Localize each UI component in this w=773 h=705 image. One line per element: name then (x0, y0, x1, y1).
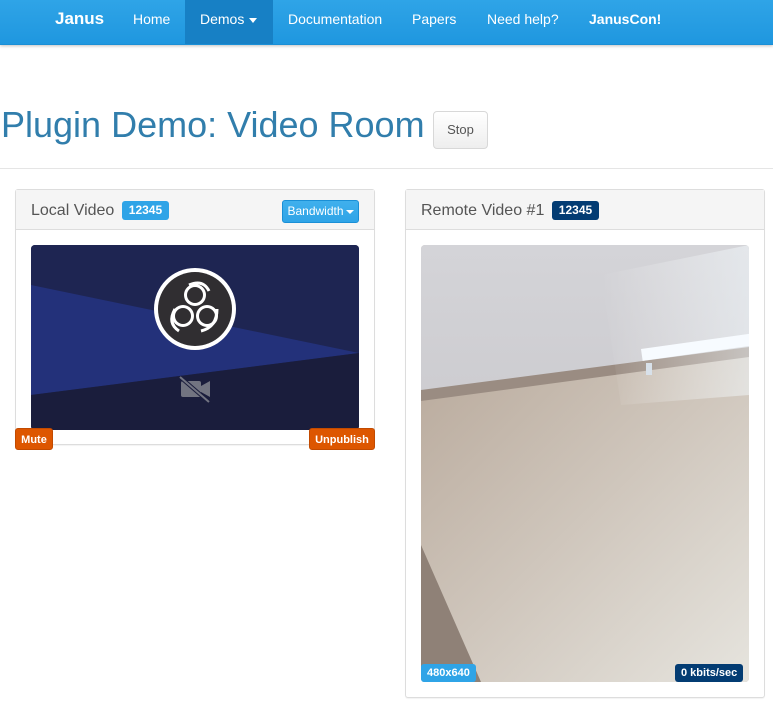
panel-title: Remote Video #1 12345 (421, 201, 600, 220)
bitrate-label: 0 kbits/sec (675, 664, 744, 682)
page-title: Plugin Demo: Video Room (1, 104, 425, 145)
divider (0, 168, 773, 169)
local-video-title: Local Video (31, 202, 115, 219)
unpublish-button[interactable]: Unpublish (309, 428, 375, 450)
nav-demos-dropdown[interactable]: Demos (185, 0, 273, 44)
resolution-label: 480x640 (421, 664, 476, 682)
remote-video-stream (421, 245, 749, 682)
caret-down-icon (249, 17, 258, 23)
remote-video-panel: Remote Video #1 12345 (405, 189, 765, 698)
bandwidth-label: Bandwidth (287, 204, 344, 218)
panel-heading: Local Video 12345 Bandwidth (16, 190, 374, 230)
local-room-badge: 12345 (121, 201, 170, 220)
remote-video-title: Remote Video #1 (421, 202, 545, 219)
panel-title: Local Video 12345 (31, 201, 170, 220)
caret-down-icon (345, 209, 354, 214)
local-video-panel: Local Video 12345 Bandwidth (15, 189, 375, 445)
remote-room-badge: 12345 (551, 201, 600, 220)
local-video-background (31, 245, 359, 430)
bandwidth-dropdown-button[interactable]: Bandwidth (282, 200, 359, 223)
mute-button[interactable]: Mute (15, 428, 53, 450)
obs-logo-icon (154, 268, 236, 350)
navbar: Janus Home Demos Documentation Papers Ne… (0, 0, 773, 45)
nav-januscon[interactable]: JanusCon! (589, 0, 661, 44)
local-video-stream (31, 245, 359, 430)
nav-demos-label: Demos (200, 11, 245, 27)
nav-documentation[interactable]: Documentation (288, 0, 382, 44)
nav-papers[interactable]: Papers (412, 0, 456, 44)
nav-need-help[interactable]: Need help? (487, 0, 559, 44)
nav-home[interactable]: Home (133, 0, 170, 44)
stop-button[interactable]: Stop (433, 111, 488, 149)
panel-heading: Remote Video #1 12345 (406, 190, 764, 230)
brand-link[interactable]: Janus (55, 0, 104, 44)
remote-video-frame (421, 245, 749, 682)
